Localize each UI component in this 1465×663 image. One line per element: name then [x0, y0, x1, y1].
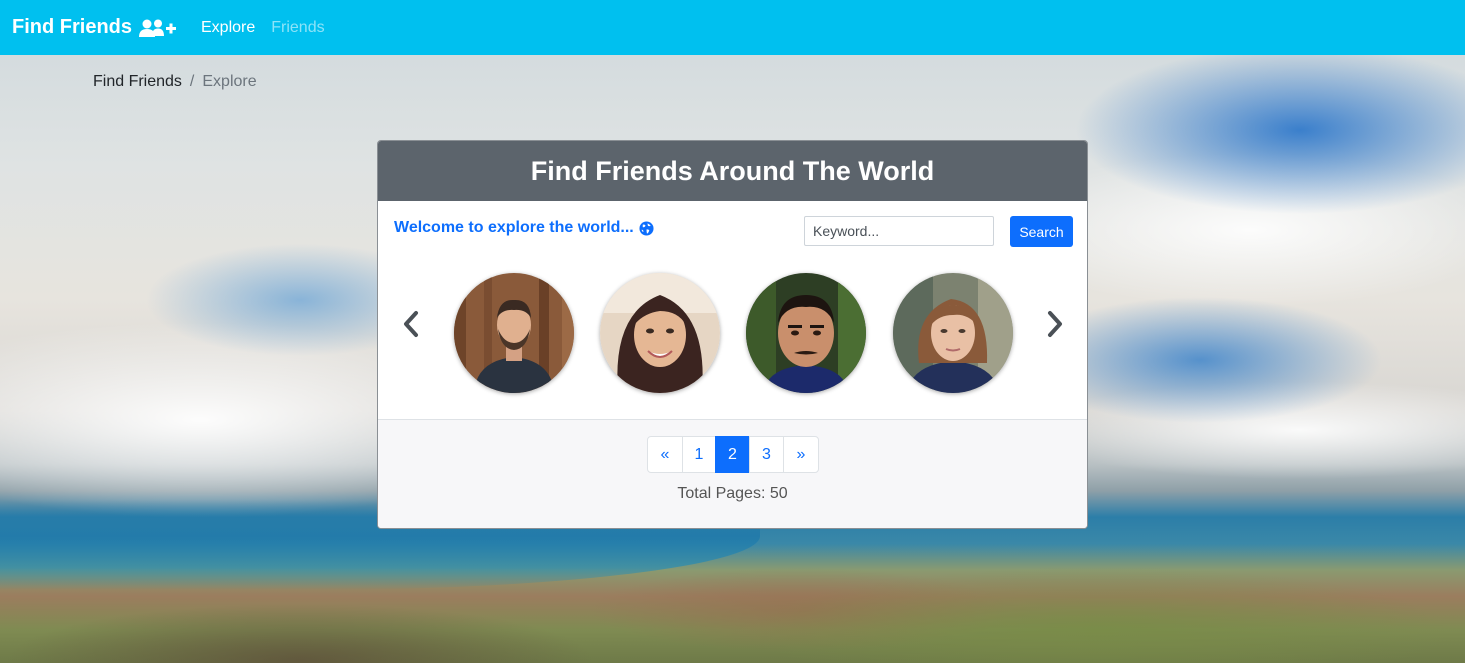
globe-icon [639, 220, 654, 236]
card-body: Welcome to explore the world... Search [378, 201, 1087, 419]
chevron-right-icon[interactable] [1043, 309, 1067, 339]
brand-link[interactable]: Find Friends [12, 16, 177, 39]
breadcrumb-separator: / [189, 73, 195, 90]
friend-avatar-1[interactable] [454, 273, 574, 393]
page-next-button[interactable]: » [783, 436, 819, 473]
page-2-button[interactable]: 2 [715, 436, 750, 473]
breadcrumb-find-friends[interactable]: Find Friends [93, 73, 182, 91]
navbar: Find Friends Explore Friends [0, 0, 1465, 55]
total-pages-text: Total Pages: 50 [677, 485, 788, 502]
card-header: Find Friends Around The World [378, 141, 1087, 201]
user-plus-icon [137, 18, 177, 38]
person-photo-icon [454, 273, 574, 393]
friend-avatar-2[interactable] [600, 273, 720, 393]
card-title: Find Friends Around The World [530, 155, 935, 186]
chevron-left-icon[interactable] [399, 309, 423, 339]
breadcrumb: Find Friends / Explore [93, 73, 257, 91]
friend-avatar-4[interactable] [893, 273, 1013, 393]
person-photo-icon [893, 273, 1013, 393]
nav-explore[interactable]: Explore [201, 19, 255, 37]
search-input[interactable] [804, 216, 994, 246]
nav-friends[interactable]: Friends [271, 19, 324, 37]
background-land [0, 520, 1465, 663]
explore-card: Find Friends Around The World Welcome to… [377, 140, 1088, 529]
welcome-message: Welcome to explore the world... [394, 219, 654, 237]
person-photo-icon [600, 273, 720, 393]
brand-text: Find Friends [12, 16, 132, 38]
page-1-button[interactable]: 1 [682, 436, 716, 473]
card-footer: « 1 2 3 » Total Pages: 50 [378, 419, 1087, 528]
page-prev-button[interactable]: « [647, 436, 683, 473]
pagination: « 1 2 3 » [647, 436, 819, 473]
breadcrumb-explore: Explore [202, 73, 257, 90]
friend-avatar-3[interactable] [746, 273, 866, 393]
person-photo-icon [746, 273, 866, 393]
search-button[interactable]: Search [1010, 216, 1073, 247]
page-3-button[interactable]: 3 [749, 436, 784, 473]
welcome-text: Welcome to explore the world... [394, 219, 634, 236]
